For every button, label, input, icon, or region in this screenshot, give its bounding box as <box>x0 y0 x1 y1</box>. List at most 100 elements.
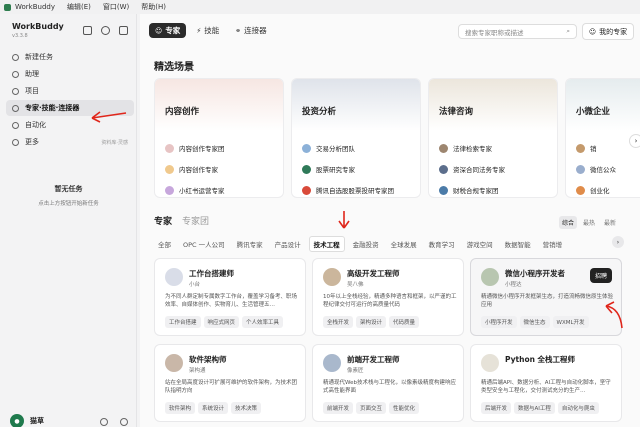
scroll-right-button[interactable]: › <box>629 134 640 148</box>
scene-item-label: 交易分析团队 <box>316 145 355 153</box>
my-experts-button[interactable]: ☺ 我的专家 <box>582 23 634 40</box>
scene-card[interactable]: 内容创作 内容创作专家团 内容创作专家 小红书运营专家 <box>154 78 284 198</box>
scene-item[interactable]: 股票研究专家 <box>302 164 355 174</box>
menu-window[interactable]: 窗口(W) <box>103 2 129 12</box>
expert-icon: ☺ <box>155 26 163 35</box>
scene-item-label: 股票研究专家 <box>316 166 355 174</box>
filter-icon[interactable] <box>119 26 128 35</box>
scene-item-label: 财税合规专家团 <box>453 187 499 195</box>
sidebar-item-label: 项目 <box>25 87 39 95</box>
window-toggle-icon[interactable] <box>83 26 92 35</box>
annotation-arrow <box>605 301 623 329</box>
scene-item[interactable]: 微信公众 <box>576 164 616 174</box>
sidebar-item-extra[interactable]: 资料库·灵感 <box>101 139 128 146</box>
category-product-design[interactable]: 产品设计 <box>271 237 305 251</box>
expert-avatar-icon <box>165 164 174 174</box>
sidebar: WorkBuddy v3.3.8 新建任务 助理 项目 专家·技能·连接器 自动… <box>0 14 137 427</box>
plus-icon <box>12 53 19 61</box>
category-global[interactable]: 全球发展 <box>387 237 421 251</box>
scene-item[interactable]: 交易分析团队 <box>302 143 355 153</box>
tab-experts[interactable]: ☺ 专家 <box>149 23 187 38</box>
scene-item[interactable]: 销 <box>576 143 597 153</box>
tag: 软件架构 <box>165 402 196 414</box>
sidebar-footer-icons <box>100 418 128 426</box>
tab-skills[interactable]: ⚡ 技能 <box>190 23 225 38</box>
category-game[interactable]: 游戏空间 <box>463 237 497 251</box>
expert-description: 精通现代Web技术栈与工程化，以像素级精度构建响应式高性能界面 <box>323 380 456 394</box>
menu-edit[interactable]: 编辑(E) <box>67 2 91 12</box>
expert-card[interactable]: 软件架构师 架构通 站在全局高度设计可扩展可维护的软件架构，为技术团队指明方向 … <box>154 344 306 422</box>
sidebar-item-project[interactable]: 项目 <box>6 83 134 99</box>
hire-button[interactable]: 招聘 <box>589 268 612 283</box>
category-engineering[interactable]: 技术工程 <box>308 236 345 252</box>
scene-item[interactable]: 财税合规专家团 <box>439 185 499 195</box>
subtab-experts[interactable]: 专家 <box>154 214 172 227</box>
expert-icon <box>12 104 19 112</box>
expert-avatar-icon <box>439 143 448 153</box>
tab-connectors[interactable]: ⚭ 连接器 <box>229 23 272 38</box>
category-finance[interactable]: 金融投资 <box>349 237 383 251</box>
bell-icon[interactable] <box>100 418 108 426</box>
more-icon <box>12 138 19 146</box>
empty-state-subtitle: 点击上方按钮开始新任务 <box>38 201 99 207</box>
scene-item[interactable]: 创业化 <box>576 185 610 195</box>
expert-tags: 软件架构 系统设计 技术决策 <box>165 402 262 414</box>
expert-description: 10年以上全栈经验，精通多种语言和框架，以严谨的工程纪律交付可运行的高质量代码 <box>323 294 457 308</box>
sidebar-nav: 新建任务 助理 项目 专家·技能·连接器 自动化 更多 资料库·灵感 <box>6 49 134 151</box>
my-experts-label: 我的专家 <box>599 27 628 36</box>
search-placeholder: 搜索专家职称或描述 <box>465 28 524 37</box>
sidebar-item-more[interactable]: 更多 资料库·灵感 <box>6 134 134 150</box>
search-icon[interactable] <box>101 26 110 35</box>
tab-label: 专家 <box>165 26 181 35</box>
menu-help[interactable]: 帮助(H) <box>141 2 166 12</box>
category-education[interactable]: 教育学习 <box>425 237 459 251</box>
scene-item[interactable]: 法律检索专家 <box>439 143 492 153</box>
tag: 自动化与爬虫 <box>557 402 599 414</box>
sidebar-item-assistant[interactable]: 助理 <box>6 66 134 82</box>
compass-icon[interactable] <box>120 418 128 426</box>
main-tabs: ☺ 专家 ⚡ 技能 ⚭ 连接器 <box>149 23 273 38</box>
sort-new[interactable]: 最新 <box>601 216 619 229</box>
chat-icon <box>12 70 19 78</box>
scene-item[interactable]: 资深合同法务专家 <box>439 164 505 174</box>
expert-card[interactable]: 前端开发工程师 像素匠 精通现代Web技术栈与工程化，以像素级精度构建响应式高性… <box>312 344 464 422</box>
scene-card[interactable]: 法律咨询 法律检索专家 资深合同法务专家 财税合规专家团 <box>428 78 558 198</box>
scene-item[interactable]: 内容创作专家 <box>165 164 218 174</box>
category-tencent[interactable]: 腾讯专家 <box>233 237 267 251</box>
scene-title: 法律咨询 <box>439 107 474 117</box>
avatar <box>323 354 341 372</box>
tag: 微信生态 <box>519 316 550 328</box>
expert-avatar-icon <box>576 185 585 195</box>
scene-item[interactable]: 小红书运营专家 <box>165 185 225 195</box>
app-version: v3.3.8 <box>12 33 28 39</box>
sort-overall[interactable]: 综合 <box>559 216 578 229</box>
category-next-button[interactable]: › <box>612 236 624 248</box>
expert-card[interactable]: Python 全栈工程师 精通后端API、数据分析、AI工程与自动化脚本，坚守类… <box>470 344 622 422</box>
sidebar-item-new-task[interactable]: 新建任务 <box>6 49 134 65</box>
tag: 响应式网页 <box>203 316 240 328</box>
expert-card[interactable]: 高级开发工程师 吴八佛 10年以上全栈经验，精通多种语言和框架，以严谨的工程纪律… <box>312 258 464 336</box>
featured-scenes: 内容创作 内容创作专家团 内容创作专家 小红书运营专家 投资分析 交易分析团队 … <box>154 78 640 198</box>
category-all[interactable]: 全部 <box>154 237 175 251</box>
scene-item[interactable]: 腾讯自选股股票投研专家团 <box>302 185 394 195</box>
avatar <box>481 354 499 372</box>
sidebar-item-label: 自动化 <box>25 121 46 129</box>
user-profile[interactable]: ● 猫草 <box>10 414 44 427</box>
search-input[interactable]: 搜索专家职称或描述 ⌕ <box>458 24 577 39</box>
sidebar-item-label: 新建任务 <box>25 53 53 61</box>
scene-item[interactable]: 内容创作专家团 <box>165 143 225 153</box>
menu-app-name[interactable]: WorkBuddy <box>15 3 55 11</box>
expert-avatar-icon <box>302 185 311 195</box>
tag: 页面交互 <box>356 402 387 414</box>
expert-card[interactable]: 工作台搭建师 小台 为不同人群定制专属数字工作台，覆盖学习备考、职场效率、自媒体… <box>154 258 306 336</box>
folder-icon <box>12 87 19 95</box>
subtab-expert-teams[interactable]: 专家团 <box>182 214 209 227</box>
category-opc[interactable]: OPC 一人公司 <box>179 237 229 251</box>
category-data[interactable]: 数据智能 <box>501 237 535 251</box>
scene-item-label: 腾讯自选股股票投研专家团 <box>316 187 394 195</box>
scene-item-label: 法律检索专家 <box>453 145 492 153</box>
sort-hot[interactable]: 最热 <box>580 216 598 229</box>
category-marketing[interactable]: 营销增 <box>539 237 567 251</box>
expert-author: 架构通 <box>189 368 206 374</box>
scene-card[interactable]: 投资分析 交易分析团队 股票研究专家 腾讯自选股股票投研专家团 <box>291 78 421 198</box>
